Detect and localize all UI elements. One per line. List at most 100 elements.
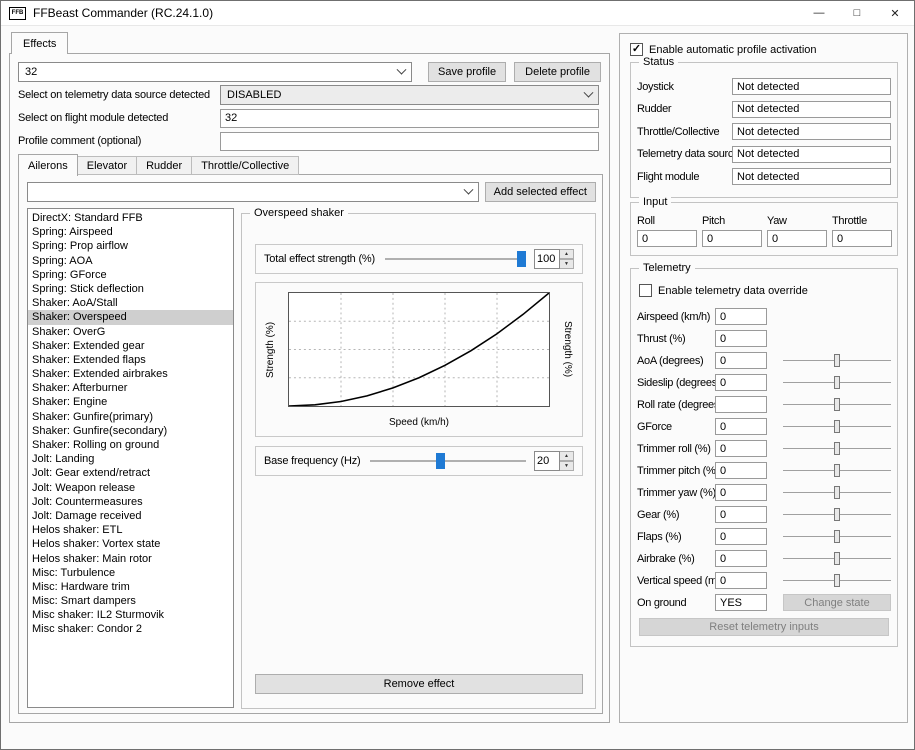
telemetry-value-field[interactable] (715, 506, 767, 523)
slider-thumb[interactable] (834, 398, 840, 411)
effect-list-item[interactable]: Spring: Stick deflection (28, 282, 233, 296)
telemetry-slider[interactable] (783, 440, 891, 457)
effect-list-item[interactable]: Misc shaker: Condor 2 (28, 622, 233, 636)
slider-thumb[interactable] (834, 508, 840, 521)
telemetry-value-field[interactable] (715, 550, 767, 567)
strength-slider[interactable] (384, 250, 526, 268)
flight-module-input[interactable] (220, 108, 599, 128)
slider-thumb[interactable] (834, 486, 840, 499)
slider-thumb[interactable] (834, 376, 840, 389)
telemetry-value-field[interactable] (715, 484, 767, 501)
save-profile-button[interactable]: Save profile (428, 62, 507, 82)
slider-thumb[interactable] (834, 530, 840, 543)
telemetry-slider[interactable] (783, 506, 891, 523)
maximize-button[interactable]: □ (838, 1, 876, 25)
effect-list-item[interactable]: Misc: Smart dampers (28, 594, 233, 608)
delete-profile-button[interactable]: Delete profile (514, 62, 601, 82)
slider-thumb[interactable] (436, 453, 446, 469)
spin-up-icon[interactable]: ▲ (560, 451, 574, 461)
effect-list-item[interactable]: Jolt: Countermeasures (28, 495, 233, 509)
auto-profile-checkbox[interactable] (630, 43, 643, 56)
telemetry-source-select[interactable]: DISABLED (220, 85, 599, 105)
tab-throttle-collective[interactable]: Throttle/Collective (192, 156, 300, 175)
slider-thumb[interactable] (834, 574, 840, 587)
effect-list-item[interactable]: Spring: AOA (28, 254, 233, 268)
telemetry-value-field[interactable] (715, 308, 767, 325)
telemetry-value-field[interactable] (715, 572, 767, 589)
tab-elevator[interactable]: Elevator (77, 156, 138, 175)
telemetry-value-field[interactable] (715, 374, 767, 391)
telemetry-override-checkbox[interactable] (639, 284, 652, 297)
status-value-field[interactable] (732, 168, 891, 185)
slider-thumb[interactable] (834, 552, 840, 565)
tab-rudder[interactable]: Rudder (137, 156, 193, 175)
telemetry-value-field[interactable] (715, 462, 767, 479)
slider-thumb[interactable] (834, 442, 840, 455)
effect-list-item[interactable]: Shaker: Afterburner (28, 381, 233, 395)
frequency-value-input[interactable] (534, 451, 560, 471)
effect-list-item[interactable]: Spring: Prop airflow (28, 239, 233, 253)
status-value-field[interactable] (732, 78, 891, 95)
effect-list-item[interactable]: Helos shaker: ETL (28, 523, 233, 537)
add-effect-button[interactable]: Add selected effect (484, 182, 596, 202)
spin-up-icon[interactable]: ▲ (560, 249, 574, 259)
effect-list-item[interactable]: Helos shaker: Main rotor (28, 552, 233, 566)
status-value-field[interactable] (732, 100, 891, 118)
slider-thumb[interactable] (834, 354, 840, 367)
telemetry-slider[interactable] (783, 550, 891, 567)
telemetry-slider[interactable] (783, 374, 891, 391)
effect-list-item[interactable]: Shaker: AoA/Stall (28, 296, 233, 310)
minimize-button[interactable]: — (800, 1, 838, 25)
telemetry-value-field[interactable] (715, 396, 767, 413)
effect-list-item[interactable]: Spring: Airspeed (28, 225, 233, 239)
effect-list-item[interactable]: Misc: Hardware trim (28, 580, 233, 594)
telemetry-value-field[interactable] (715, 440, 767, 457)
effect-list-item[interactable]: Jolt: Weapon release (28, 481, 233, 495)
status-value-field[interactable] (732, 145, 891, 163)
spin-down-icon[interactable]: ▼ (560, 461, 574, 471)
effect-list-item[interactable]: Spring: GForce (28, 268, 233, 282)
close-button[interactable]: ✕ (876, 1, 914, 25)
effect-list-item[interactable]: Shaker: Gunfire(primary) (28, 410, 233, 424)
effect-list-item[interactable]: Shaker: Overspeed (28, 310, 233, 325)
effect-list-item[interactable]: Misc: Turbulence (28, 566, 233, 580)
profile-comment-input[interactable] (220, 131, 599, 151)
effect-list-item[interactable]: Shaker: Rolling on ground (28, 438, 233, 452)
telemetry-slider[interactable] (783, 572, 891, 589)
input-axis-field[interactable] (637, 230, 697, 247)
telemetry-value-field[interactable] (715, 330, 767, 347)
effect-list-item[interactable]: Shaker: Gunfire(secondary) (28, 424, 233, 438)
tab-ailerons[interactable]: Ailerons (18, 154, 78, 176)
status-value-field[interactable] (732, 123, 891, 140)
telemetry-value-field[interactable] (715, 418, 767, 435)
effect-list-item[interactable]: Shaker: Extended flaps (28, 353, 233, 367)
effect-list-item[interactable]: Misc shaker: IL2 Sturmovik (28, 608, 233, 622)
effect-list-item[interactable]: Shaker: Engine (28, 395, 233, 409)
effect-list-item[interactable]: Shaker: OverG (28, 325, 233, 339)
effect-select[interactable] (27, 182, 479, 202)
telemetry-value-field[interactable] (715, 528, 767, 545)
change-state-button[interactable]: Change state (783, 594, 891, 611)
effect-list-item[interactable]: Jolt: Landing (28, 452, 233, 466)
telemetry-slider[interactable] (783, 484, 891, 501)
remove-effect-button[interactable]: Remove effect (255, 674, 583, 694)
input-axis-field[interactable] (702, 230, 762, 247)
slider-thumb[interactable] (517, 251, 526, 267)
effect-list-item[interactable]: Jolt: Damage received (28, 509, 233, 523)
telemetry-slider[interactable] (783, 528, 891, 545)
effect-list-item[interactable]: Shaker: Extended airbrakes (28, 367, 233, 381)
spin-down-icon[interactable]: ▼ (560, 259, 574, 269)
slider-thumb[interactable] (834, 464, 840, 477)
frequency-slider[interactable] (370, 452, 526, 470)
strength-value-input[interactable] (534, 249, 560, 269)
effect-list-item[interactable]: DirectX: Standard FFB (28, 211, 233, 225)
slider-thumb[interactable] (834, 420, 840, 433)
telemetry-value-field[interactable] (715, 352, 767, 369)
telemetry-slider[interactable] (783, 462, 891, 479)
telemetry-slider[interactable] (783, 418, 891, 435)
effect-list-item[interactable]: Helos shaker: Vortex state (28, 537, 233, 551)
reset-telemetry-button[interactable]: Reset telemetry inputs (639, 618, 889, 636)
profile-select[interactable]: 32 (18, 62, 412, 82)
input-axis-field[interactable] (832, 230, 892, 247)
on-ground-field[interactable] (715, 594, 767, 611)
